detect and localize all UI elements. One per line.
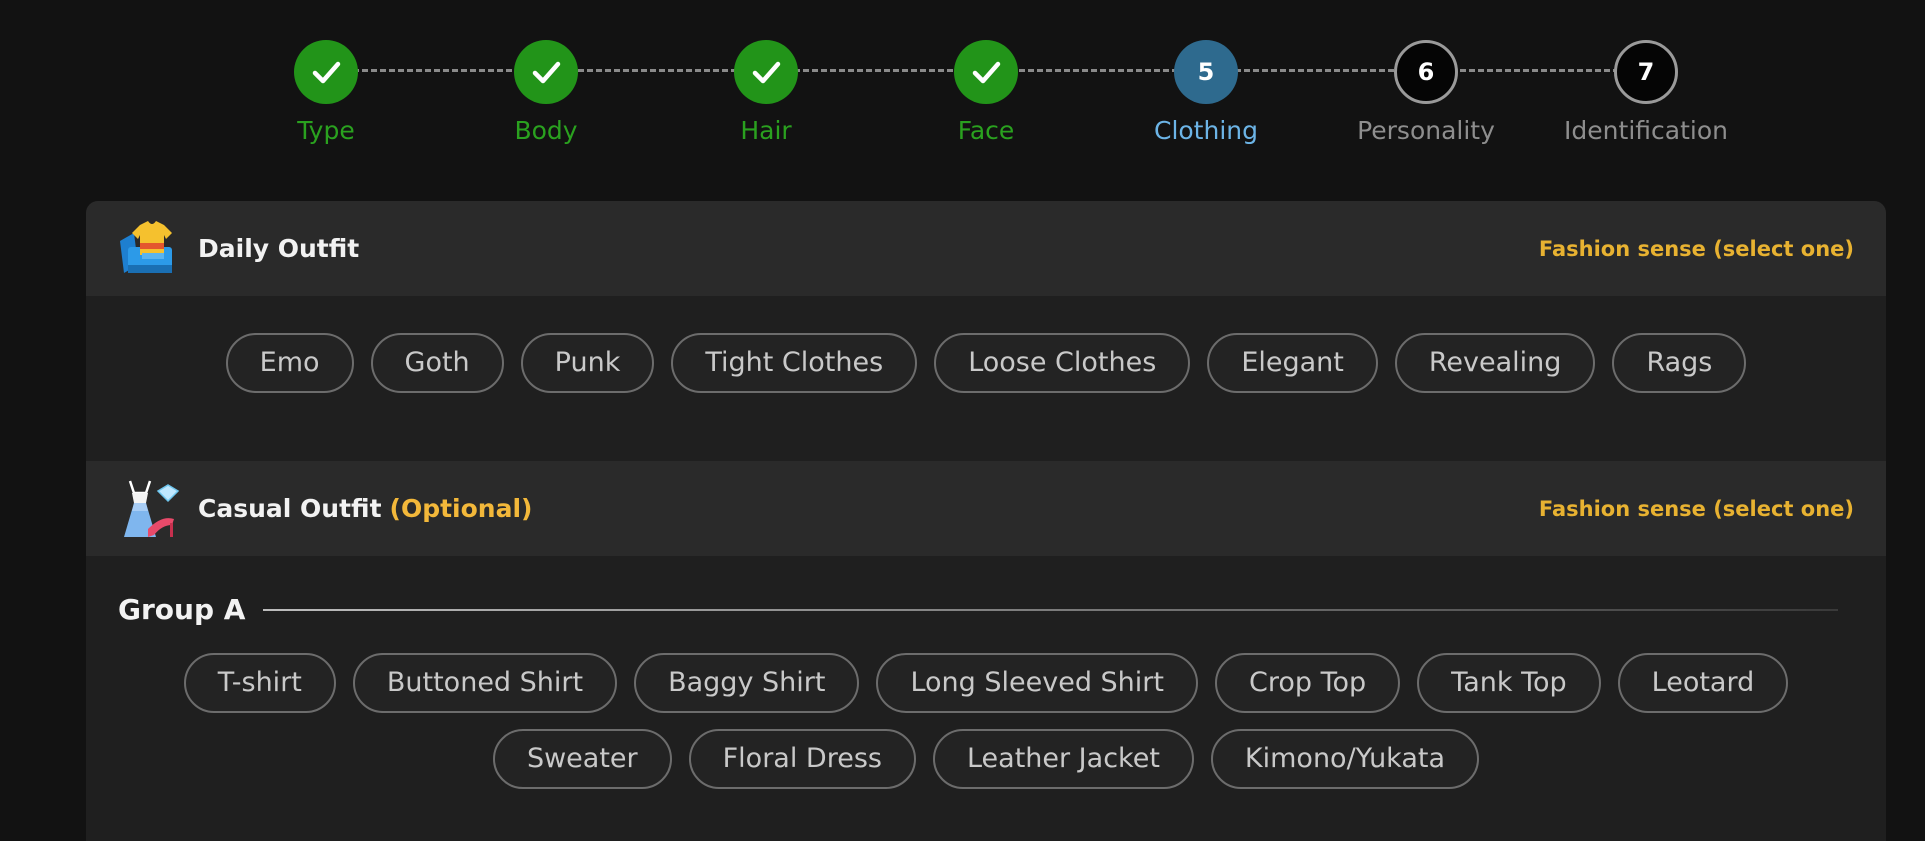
group-a-heading: Group A [118, 593, 1838, 626]
step-identification[interactable]: 7 Identification [1564, 40, 1728, 145]
checkmark-icon [972, 61, 1001, 84]
optional-tag: (Optional) [389, 494, 533, 523]
group-a-row-2: Sweater Floral Dress Leather Jacket Kimo… [86, 729, 1886, 789]
group-a-title: Group A [118, 593, 246, 626]
clothes-pile-icon [120, 220, 172, 273]
step-identification-label: Identification [1564, 116, 1728, 145]
option-buttoned-shirt[interactable]: Buttoned Shirt [352, 653, 618, 713]
option-long-sleeved-shirt[interactable]: Long Sleeved Shirt [876, 653, 1198, 713]
clothing-panel: Daily Outfit Fashion sense (select one) … [86, 201, 1886, 841]
casual-outfit-hint: Fashion sense (select one) [1538, 496, 1854, 521]
option-leather-jacket[interactable]: Leather Jacket [932, 729, 1194, 789]
option-baggy-shirt[interactable]: Baggy Shirt [634, 653, 860, 713]
option-elegant[interactable]: Elegant [1207, 333, 1378, 393]
step-face[interactable]: Face [906, 40, 1066, 145]
step-body[interactable]: Body [466, 40, 626, 145]
step-hair[interactable]: Hair [686, 40, 846, 145]
option-sweater[interactable]: Sweater [492, 729, 672, 789]
option-t-shirt[interactable]: T-shirt [183, 653, 336, 713]
group-a-divider [263, 608, 1838, 611]
step-type[interactable]: Type [246, 40, 406, 145]
progress-stepper: Type Body Hair Face 5 Clothing 6 Persona… [0, 0, 1925, 160]
option-leotard[interactable]: Leotard [1617, 653, 1789, 713]
option-kimono-yukata[interactable]: Kimono/Yukata [1210, 729, 1480, 789]
step-identification-number: 7 [1614, 40, 1678, 104]
step-personality-number: 6 [1394, 40, 1458, 104]
step-clothing[interactable]: 5 Clothing [1126, 40, 1286, 145]
option-crop-top[interactable]: Crop Top [1215, 653, 1401, 713]
option-goth[interactable]: Goth [370, 333, 504, 393]
step-personality-label: Personality [1357, 116, 1495, 145]
step-body-circle [514, 40, 578, 104]
option-loose-clothes[interactable]: Loose Clothes [934, 333, 1191, 393]
step-face-label: Face [957, 116, 1015, 145]
option-rags[interactable]: Rags [1612, 333, 1747, 393]
option-emo[interactable]: Emo [225, 333, 354, 393]
group-a-row-1: T-shirt Buttoned Shirt Baggy Shirt Long … [86, 653, 1886, 713]
step-face-circle [954, 40, 1018, 104]
step-hair-label: Hair [740, 116, 792, 145]
checkmark-icon [752, 61, 781, 84]
option-tight-clothes[interactable]: Tight Clothes [671, 333, 918, 393]
checkmark-icon [312, 61, 341, 84]
option-tank-top[interactable]: Tank Top [1417, 653, 1601, 713]
step-clothing-label: Clothing [1153, 116, 1258, 145]
daily-outfit-hint: Fashion sense (select one) [1538, 236, 1854, 261]
daily-outfit-options: Emo Goth Punk Tight Clothes Loose Clothe… [86, 333, 1886, 393]
daily-outfit-title: Daily Outfit [198, 234, 360, 263]
casual-outfit-title: Casual Outfit (Optional) [198, 494, 532, 523]
daily-outfit-header: Daily Outfit Fashion sense (select one) [86, 201, 1886, 296]
step-clothing-number: 5 [1174, 40, 1238, 104]
checkmark-icon [532, 61, 561, 84]
casual-outfit-title-text: Casual Outfit [198, 494, 382, 523]
option-floral-dress[interactable]: Floral Dress [688, 729, 916, 789]
step-hair-circle [734, 40, 798, 104]
casual-outfit-header: Casual Outfit (Optional) Fashion sense (s… [86, 461, 1886, 556]
option-revealing[interactable]: Revealing [1394, 333, 1596, 393]
step-type-circle [294, 40, 358, 104]
option-punk[interactable]: Punk [520, 333, 655, 393]
step-personality[interactable]: 6 Personality [1346, 40, 1506, 145]
step-type-label: Type [297, 116, 355, 145]
dress-and-heel-icon [124, 480, 180, 537]
step-body-label: Body [514, 116, 578, 145]
